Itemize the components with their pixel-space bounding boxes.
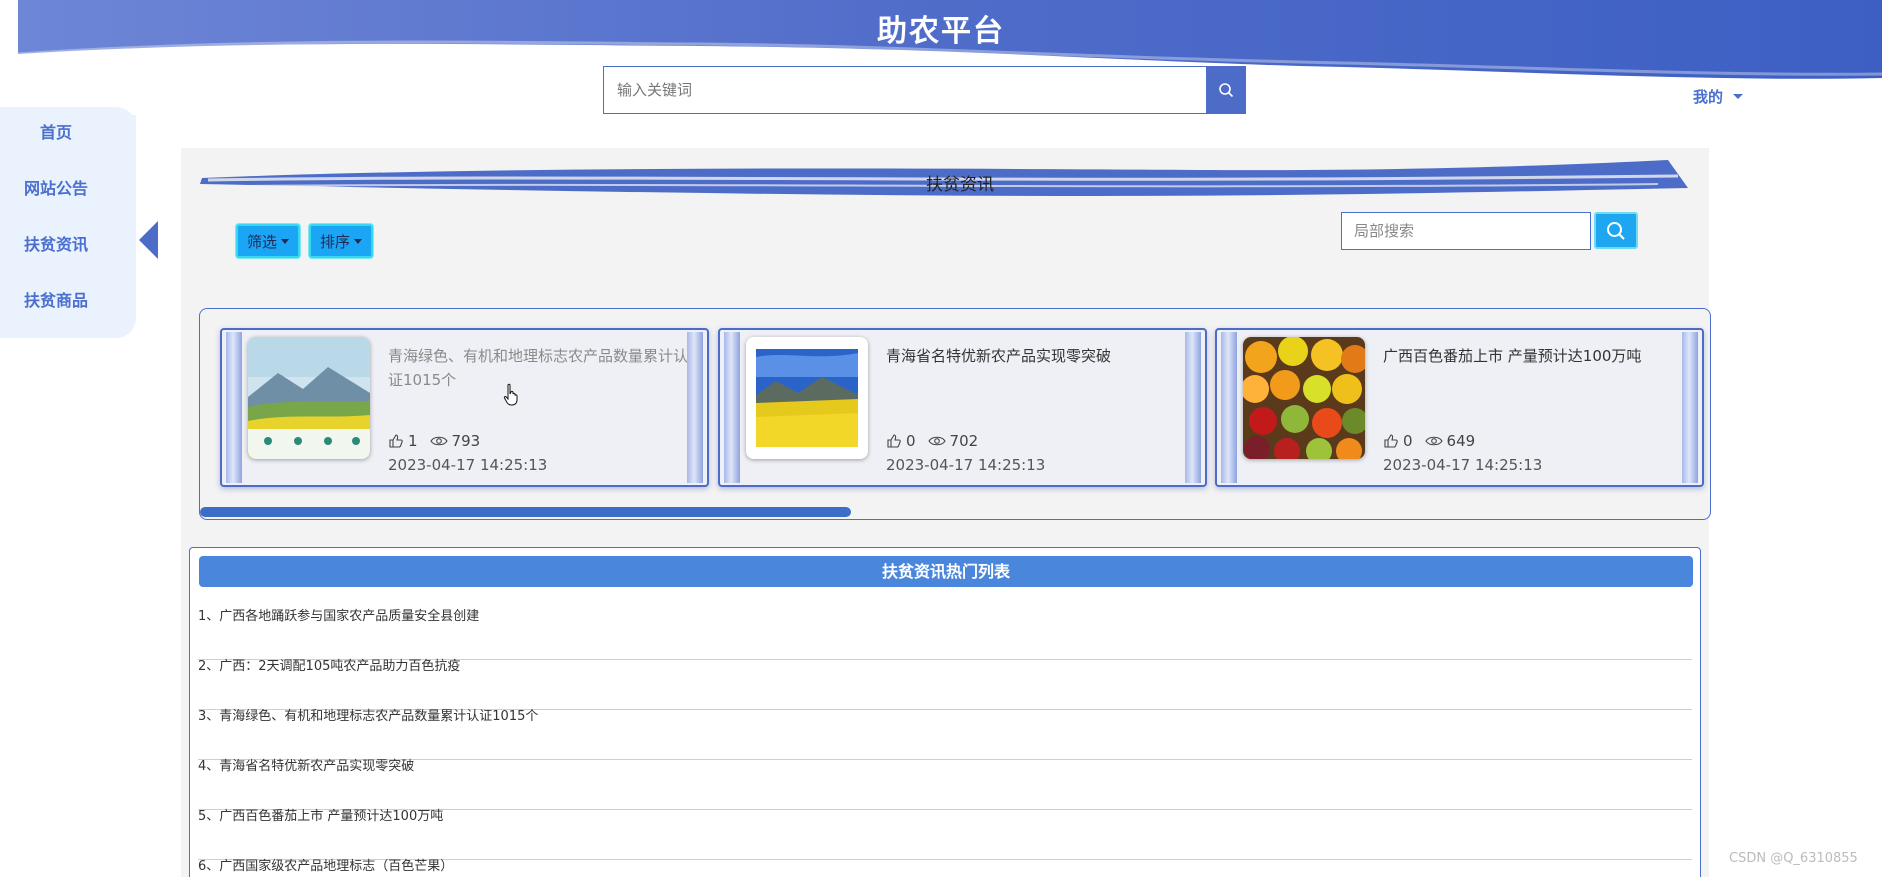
search-icon: [1607, 221, 1625, 240]
card-image-fruit-pile: [1243, 337, 1365, 459]
local-search-input[interactable]: [1342, 213, 1590, 249]
section-title: 扶贫资讯: [926, 175, 994, 195]
card-image-rapeseed-field: [746, 337, 868, 459]
card-stats: 0 649: [1383, 432, 1487, 450]
chevron-down-icon: [281, 238, 289, 244]
hot-list-title: 扶贫资讯热门列表: [199, 556, 1693, 587]
hand-cursor-icon: [503, 383, 518, 406]
sidebar-item-news[interactable]: 扶贫资讯: [0, 231, 112, 255]
card-title[interactable]: 青海省名特优新农产品实现零突破: [886, 344, 1186, 368]
carousel-scrollbar[interactable]: [200, 507, 851, 517]
sort-button-label: 排序: [319, 232, 350, 251]
sidebar-item-notices[interactable]: 网站公告: [0, 175, 112, 199]
active-indicator-arrow-icon: [139, 221, 158, 259]
chevron-down-icon: [354, 238, 362, 244]
card-title[interactable]: 青海绿色、有机和地理标志农产品数量累计认证1015个: [388, 344, 688, 392]
card-date: 2023-04-17 14:25:13: [886, 456, 1046, 474]
watermark: CSDN @Q_6310855: [1729, 851, 1858, 866]
search-icon: [1219, 83, 1234, 98]
news-card[interactable]: 广西百色番茄上市 产量预计达100万吨 0 649 2023-04-17 14:…: [1215, 328, 1704, 487]
card-date: 2023-04-17 14:25:13: [1383, 456, 1543, 474]
like-count: 0: [906, 432, 916, 450]
sidebar: 首页 网站公告 扶贫资讯 扶贫商品: [0, 107, 136, 338]
news-card[interactable]: 青海省名特优新农产品实现零突破 0 702 2023-04-17 14:25:1…: [718, 328, 1207, 487]
list-item-text: 2、广西：2天调配105吨农产品助力百色抗疫: [198, 659, 461, 674]
local-search: [1341, 212, 1591, 250]
eye-icon: [1424, 436, 1443, 446]
eye-icon: [927, 436, 946, 446]
list-item-text: 6、广西国家级农产品地理标志（百色芒果）: [198, 859, 454, 874]
filter-button-label: 筛选: [246, 232, 277, 251]
card-stats: 0 702: [886, 432, 990, 450]
global-search-input[interactable]: [604, 67, 1206, 113]
global-search-button[interactable]: [1206, 66, 1246, 114]
view-count: 793: [451, 432, 481, 450]
user-menu[interactable]: 我的: [1693, 86, 1744, 107]
sort-button[interactable]: 排序: [309, 224, 373, 258]
list-item[interactable]: 6、广西国家级农产品地理标志（百色芒果）: [198, 844, 1692, 877]
like-count: 0: [1403, 432, 1413, 450]
thumbs-up-icon[interactable]: [886, 433, 902, 449]
site-title: 助农平台: [877, 14, 1005, 49]
list-item-text: 4、青海省名特优新农产品实现零突破: [198, 759, 415, 774]
chevron-down-icon: [1733, 94, 1744, 99]
thumbs-up-icon[interactable]: [1383, 433, 1399, 449]
news-card[interactable]: 青海绿色、有机和地理标志农产品数量累计认证1015个 1 793 2023-04…: [220, 328, 709, 487]
hot-news-list: 扶贫资讯热门列表 1、广西各地踊跃参与国家农产品质量安全县创建 2、广西：2天调…: [189, 547, 1701, 877]
list-item-text: 5、广西百色番茄上市 产量预计达100万吨: [198, 809, 444, 824]
sidebar-item-products[interactable]: 扶贫商品: [0, 287, 112, 311]
carousel-scroll-track: [851, 519, 1711, 520]
sidebar-item-home[interactable]: 首页: [0, 119, 112, 143]
list-item-text: 1、广西各地踊跃参与国家农产品质量安全县创建: [198, 609, 480, 624]
like-count: 1: [408, 432, 418, 450]
list-item-text: 3、青海绿色、有机和地理标志农产品数量累计认证1015个: [198, 709, 539, 724]
news-carousel[interactable]: 青海绿色、有机和地理标志农产品数量累计认证1015个 1 793 2023-04…: [199, 308, 1711, 520]
thumbs-up-icon[interactable]: [388, 433, 404, 449]
view-count: 649: [1446, 432, 1476, 450]
view-count: 702: [949, 432, 979, 450]
eye-icon: [429, 436, 448, 446]
site-header: 助农平台 我的: [0, 0, 1882, 150]
global-search: [603, 66, 1246, 114]
local-search-button[interactable]: [1594, 212, 1638, 249]
user-menu-label: 我的: [1693, 88, 1724, 106]
card-image-qinghai-poster: [248, 337, 370, 459]
card-title[interactable]: 广西百色番茄上市 产量预计达100万吨: [1383, 344, 1683, 368]
filter-button[interactable]: 筛选: [236, 224, 300, 258]
card-stats: 1 793: [388, 432, 492, 450]
card-date: 2023-04-17 14:25:13: [388, 456, 548, 474]
